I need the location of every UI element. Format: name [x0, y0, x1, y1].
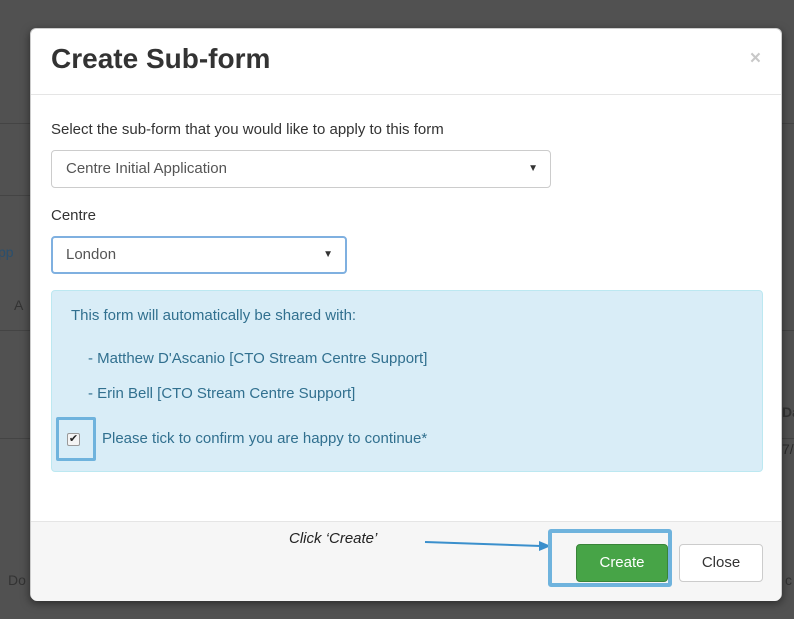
background-divider: [0, 438, 30, 439]
background-divider: [782, 330, 794, 331]
arrow-icon: [424, 541, 551, 551]
background-text: c: [785, 572, 792, 588]
instruction-annotation: Click ‘Create’: [289, 530, 378, 547]
create-button[interactable]: Create: [576, 544, 668, 582]
centre-label: Centre: [51, 207, 97, 224]
modal-header: Create Sub-form ×: [31, 29, 781, 95]
sharing-info-alert: This form will automatically be shared w…: [51, 290, 763, 472]
confirm-checkbox[interactable]: ✔: [67, 433, 80, 446]
background-divider: [782, 123, 794, 124]
modal-footer: Click ‘Create’ Create Close: [31, 521, 781, 601]
subform-select[interactable]: Centre Initial Application ▼: [51, 150, 551, 188]
background-divider: [0, 123, 30, 124]
close-icon[interactable]: ×: [750, 49, 761, 68]
chevron-down-icon: ▼: [323, 249, 333, 260]
confirm-label: Please tick to confirm you are happy to …: [102, 430, 428, 447]
centre-select[interactable]: London ▼: [51, 236, 347, 274]
background-text: pp: [0, 244, 14, 260]
background-divider: [0, 330, 30, 331]
centre-select-value: London: [66, 246, 117, 263]
recipient-item: - Erin Bell [CTO Stream Centre Support]: [88, 385, 356, 402]
create-subform-modal: Create Sub-form × Select the sub-form th…: [30, 28, 782, 601]
modal-title: Create Sub-form: [51, 43, 271, 74]
subform-select-value: Centre Initial Application: [66, 160, 227, 177]
close-button[interactable]: Close: [679, 544, 763, 582]
sharing-intro: This form will automatically be shared w…: [71, 307, 357, 324]
background-text: Do: [8, 572, 26, 588]
background-text: Da: [782, 404, 794, 420]
chevron-down-icon: ▼: [528, 163, 538, 174]
background-text: 7/: [782, 441, 794, 457]
background-divider: [0, 195, 30, 196]
recipient-item: - Matthew D'Ascanio [CTO Stream Centre S…: [88, 350, 428, 367]
background-divider: [782, 438, 794, 439]
subform-label: Select the sub-form that you would like …: [51, 121, 444, 138]
background-text: A: [14, 297, 24, 313]
